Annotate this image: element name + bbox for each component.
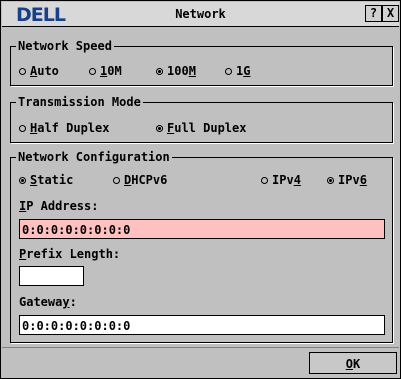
network-speed-legend: Network Speed <box>18 39 112 53</box>
footer-divider <box>2 347 399 348</box>
network-speed-group: Network Speed <box>10 40 393 86</box>
static-radio[interactable]: Static <box>19 173 73 187</box>
speed-100m-radio[interactable]: 100M <box>156 64 196 78</box>
half-duplex-radio[interactable]: Half Duplex <box>19 121 109 135</box>
prefix-length-field[interactable] <box>19 266 84 286</box>
ipv4-dot <box>261 177 268 184</box>
full-duplex-dot <box>156 125 163 132</box>
title-bar: DELL Network ? X <box>2 2 399 27</box>
gateway-field[interactable]: 0:0:0:0:0:0:0:0 <box>19 315 385 335</box>
close-button[interactable]: X <box>382 5 399 22</box>
ipv6-radio[interactable]: IPv6 <box>327 173 367 187</box>
transmission-mode-legend: Transmission Mode <box>18 95 141 109</box>
half-duplex-dot <box>19 125 26 132</box>
speed-1g-radio[interactable]: 1G <box>225 64 250 78</box>
help-button[interactable]: ? <box>365 5 382 22</box>
speed-auto-radio[interactable]: Auto <box>19 64 59 78</box>
ipv6-dot <box>327 177 334 184</box>
transmission-mode-group: Transmission Mode <box>10 96 393 143</box>
speed-auto-dot <box>19 68 26 75</box>
speed-100m-dot <box>156 68 163 75</box>
ip-address-field[interactable]: 0:0:0:0:0:0:0:0 <box>19 219 385 239</box>
window-title: Network <box>175 7 226 21</box>
network-dialog: DELL Network ? X Network Speed Auto 10M … <box>0 0 401 379</box>
ipv4-radio[interactable]: IPv4 <box>261 173 301 187</box>
dhcpv6-dot <box>113 177 120 184</box>
full-duplex-radio[interactable]: Full Duplex <box>156 121 246 135</box>
dhcpv6-radio[interactable]: DHCPv6 <box>113 173 167 187</box>
ok-button[interactable]: OK <box>309 352 397 374</box>
prefix-length-label: Prefix Length: <box>19 247 121 261</box>
gateway-label: Gateway: <box>19 295 77 309</box>
speed-1g-dot <box>225 68 232 75</box>
network-configuration-legend: Network Configuration <box>18 150 170 164</box>
ip-address-label: IP Address: <box>19 199 99 213</box>
speed-10m-radio[interactable]: 10M <box>89 64 122 78</box>
speed-10m-dot <box>89 68 96 75</box>
static-dot <box>19 177 26 184</box>
